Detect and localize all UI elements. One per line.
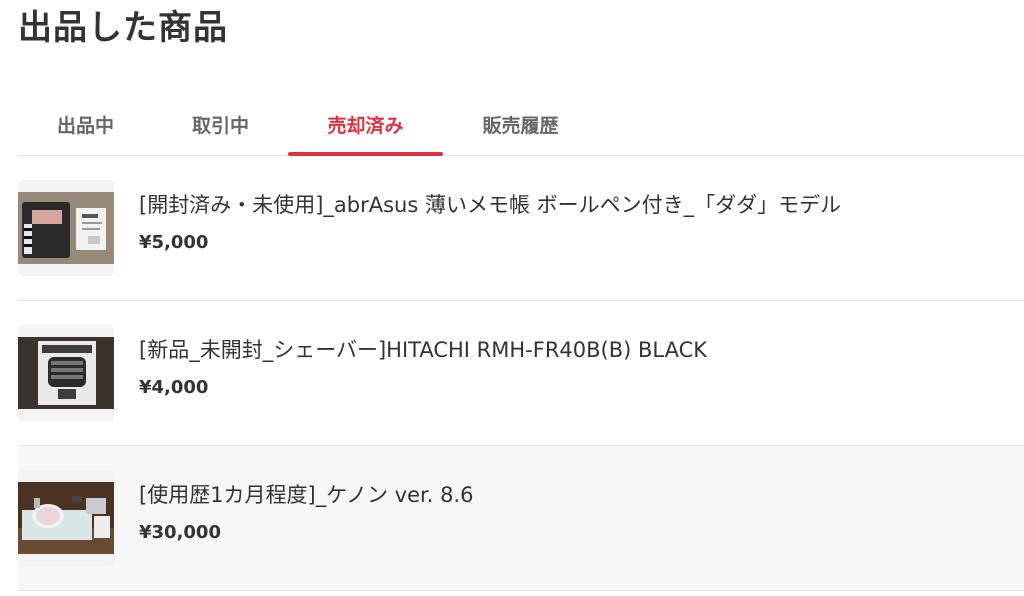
item-name[interactable]: [使用歴1カ月程度]_ケノン ver. 8.6 xyxy=(139,482,473,508)
tab-in-transaction[interactable]: 取引中 xyxy=(153,98,288,156)
item-price: ¥30,000 xyxy=(139,522,221,543)
tab-sales-history[interactable]: 販売履歴 xyxy=(443,98,598,156)
list-item[interactable]: [使用歴1カ月程度]_ケノン ver. 8.6 ¥30,000 xyxy=(18,446,1024,591)
hair-removal-device-photo-icon xyxy=(18,470,114,566)
tab-listing[interactable]: 出品中 xyxy=(18,98,153,156)
item-name[interactable]: [開封済み・未使用]_abrAsus 薄いメモ帳 ボールペン付き_「ダダ」モデル xyxy=(139,192,841,218)
wallet-notebook-photo-icon xyxy=(18,180,114,276)
item-price: ¥4,000 xyxy=(139,377,209,398)
shaver-box-photo-icon xyxy=(18,325,114,421)
tab-sold[interactable]: 売却済み xyxy=(288,98,443,156)
item-list: [開封済み・未使用]_abrAsus 薄いメモ帳 ボールペン付き_「ダダ」モデル… xyxy=(18,156,1024,591)
list-item[interactable]: [開封済み・未使用]_abrAsus 薄いメモ帳 ボールペン付き_「ダダ」モデル… xyxy=(18,156,1024,301)
item-price: ¥5,000 xyxy=(139,232,209,253)
tab-bar: 出品中 取引中 売却済み 販売履歴 xyxy=(18,98,1024,156)
page-title: 出品した商品 xyxy=(18,8,228,48)
list-item[interactable]: [新品_未開封_シェーバー]HITACHI RMH-FR40B(B) BLACK… xyxy=(18,301,1024,446)
item-name[interactable]: [新品_未開封_シェーバー]HITACHI RMH-FR40B(B) BLACK xyxy=(139,337,707,363)
